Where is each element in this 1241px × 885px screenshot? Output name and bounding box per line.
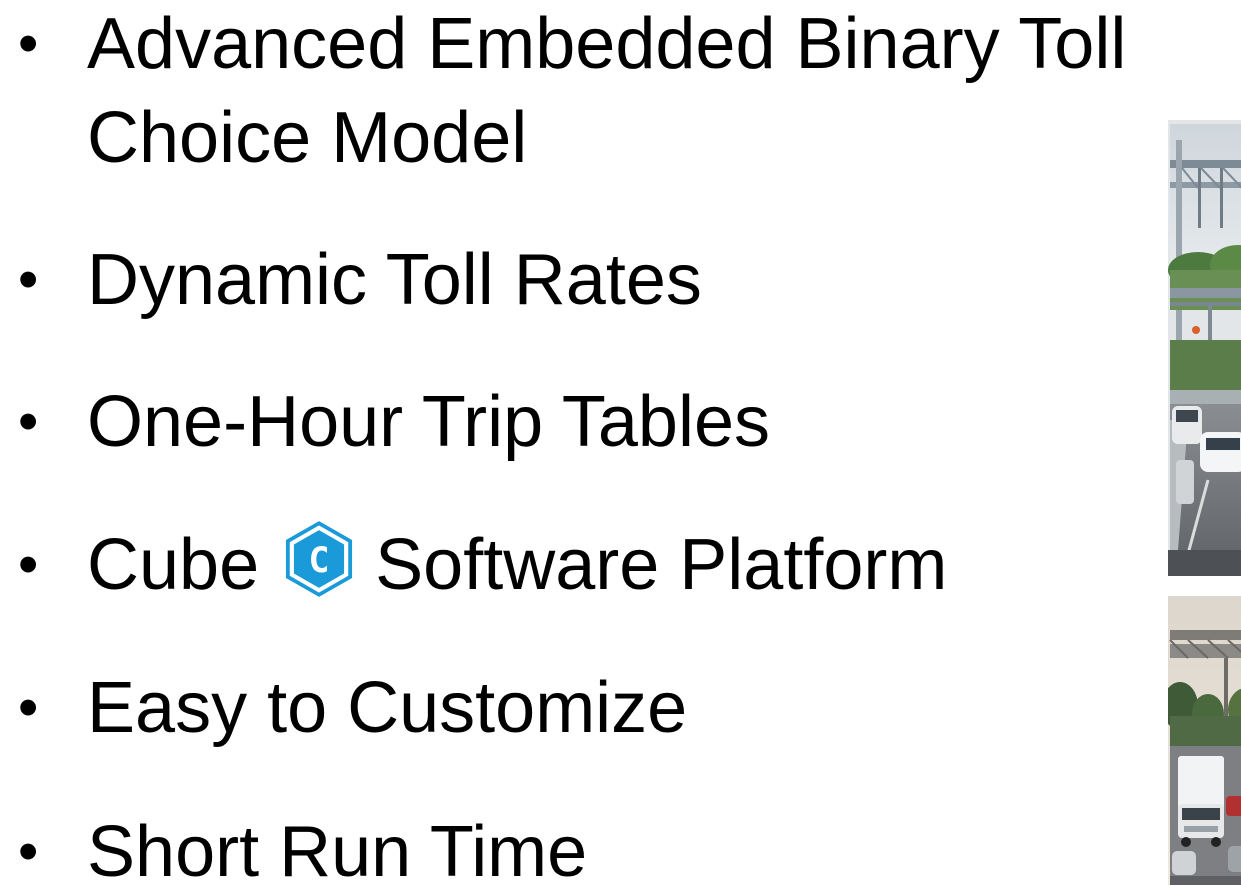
highway-traffic-truck-photo <box>1168 596 1241 885</box>
bullet-dot: • <box>18 389 39 454</box>
bullet-text: Advanced Embedded Binary Toll <box>87 4 1127 84</box>
bullet-text: Dynamic Toll Rates <box>87 240 702 320</box>
bullet-text: Choice Model <box>87 98 528 178</box>
bullet-text: One-Hour Trip Tables <box>87 382 770 462</box>
software-platform-label: Software Platform <box>375 525 948 605</box>
bullet-dot: • <box>18 819 39 884</box>
bullet-list: • Advanced Embedded Binary Toll Choice M… <box>0 0 1241 885</box>
highway-traffic-truck-photo-icon <box>1168 596 1241 885</box>
bullet-text: Cube C Software Platform <box>87 518 947 612</box>
bullet-dot: • <box>18 247 39 312</box>
highway-toll-gantry-photo-icon <box>1168 120 1241 576</box>
slide: • Advanced Embedded Binary Toll Choice M… <box>0 0 1241 885</box>
bullet-text: Short Run Time <box>87 812 588 885</box>
bullet-dot: • <box>18 11 39 76</box>
bullet-dot: • <box>18 675 39 740</box>
logo-letter: C <box>309 541 330 581</box>
cube-label: Cube <box>87 525 260 605</box>
cube-hexagon-logo-icon: C <box>286 521 353 597</box>
bullet-text: Easy to Customize <box>87 668 688 748</box>
highway-toll-gantry-photo <box>1168 120 1241 576</box>
bullet-dot: • <box>18 532 39 597</box>
